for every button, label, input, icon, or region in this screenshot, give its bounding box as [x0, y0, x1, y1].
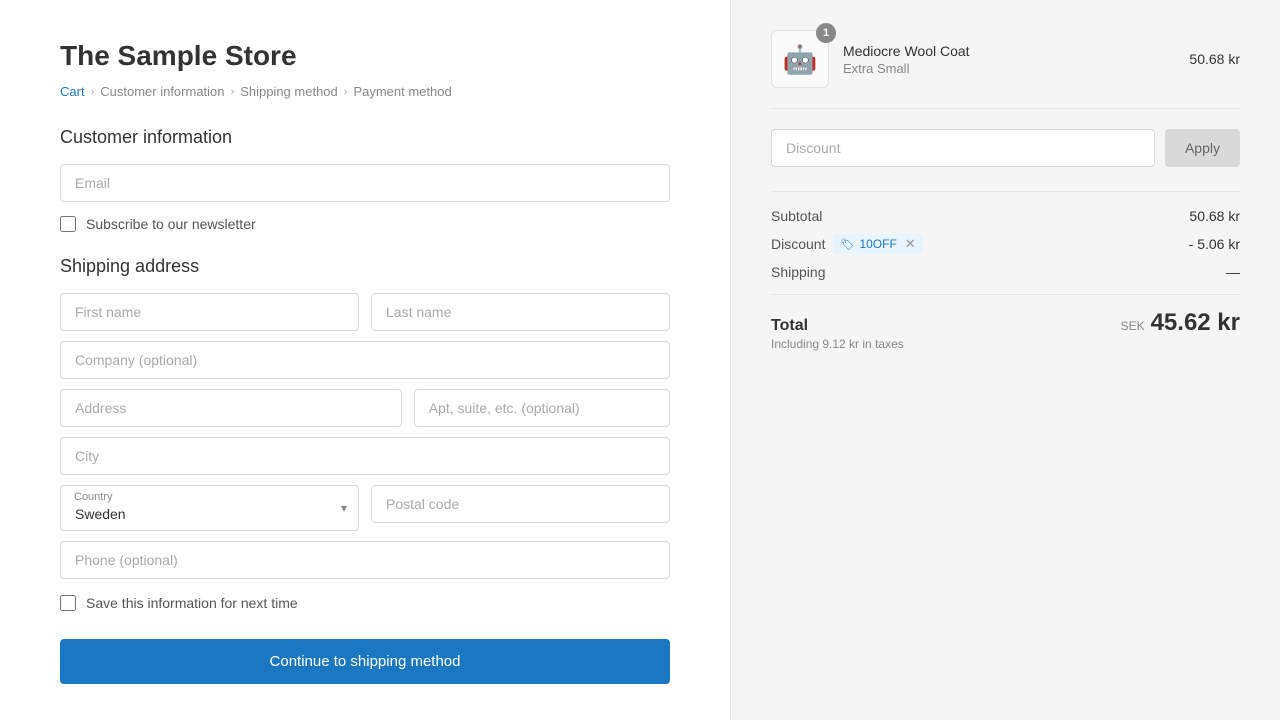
newsletter-checkbox[interactable]: [60, 216, 76, 232]
discount-code: 10OFF: [859, 237, 896, 251]
shipping-label: Shipping: [771, 264, 826, 280]
city-field[interactable]: [60, 437, 670, 475]
company-field[interactable]: [60, 341, 670, 379]
discount-tag: 🏷 10OFF ✕: [833, 234, 922, 254]
product-price: 50.68 kr: [1189, 51, 1240, 67]
discount-input[interactable]: [771, 129, 1155, 167]
discount-label-row: Discount 🏷 10OFF ✕: [771, 234, 923, 254]
total-label: Total: [771, 317, 904, 335]
product-row: 1 🤖 Mediocre Wool Coat Extra Small 50.68…: [771, 30, 1240, 109]
first-name-field[interactable]: [60, 293, 359, 331]
shipping-value: —: [1226, 264, 1240, 280]
subtotal-label: Subtotal: [771, 208, 822, 224]
shipping-row: Shipping —: [771, 264, 1240, 280]
product-info: Mediocre Wool Coat Extra Small: [843, 43, 1175, 76]
breadcrumb-sep-2: ›: [231, 86, 235, 98]
product-image-wrapper: 1 🤖: [771, 30, 829, 88]
product-variant: Extra Small: [843, 61, 1175, 76]
product-image-icon: 🤖: [783, 43, 818, 76]
discount-row: Apply: [771, 129, 1240, 167]
discount-totals-row: Discount 🏷 10OFF ✕ - 5.06 kr: [771, 234, 1240, 254]
breadcrumb-sep-1: ›: [91, 86, 95, 98]
breadcrumb-payment-method: Payment method: [353, 84, 451, 99]
breadcrumb-shipping-method: Shipping method: [240, 84, 338, 99]
customer-info-title: Customer information: [60, 127, 670, 148]
phone-field[interactable]: [60, 541, 670, 579]
left-panel: The Sample Store Cart › Customer informa…: [0, 0, 730, 720]
total-row: Total Including 9.12 kr in taxes SEK 45.…: [771, 294, 1240, 351]
discount-remove-icon[interactable]: ✕: [905, 236, 916, 252]
product-name: Mediocre Wool Coat: [843, 43, 1175, 59]
country-label: Country: [74, 491, 113, 503]
newsletter-label: Subscribe to our newsletter: [86, 216, 256, 232]
total-currency: SEK: [1121, 319, 1145, 333]
store-title: The Sample Store: [60, 40, 670, 72]
right-panel: 1 🤖 Mediocre Wool Coat Extra Small 50.68…: [730, 0, 1280, 720]
totals-section: Subtotal 50.68 kr Discount 🏷 10OFF ✕ - 5…: [771, 191, 1240, 351]
total-amount: 45.62 kr: [1151, 309, 1240, 337]
breadcrumb: Cart › Customer information › Shipping m…: [60, 84, 670, 99]
apply-discount-button[interactable]: Apply: [1165, 129, 1240, 167]
subtotal-value: 50.68 kr: [1189, 208, 1240, 224]
country-select-wrapper: Country Sweden Norway Denmark Finland ▾: [60, 485, 359, 531]
continue-button[interactable]: Continue to shipping method: [60, 639, 670, 684]
subtotal-row: Subtotal 50.68 kr: [771, 208, 1240, 224]
total-tax: Including 9.12 kr in taxes: [771, 337, 904, 351]
save-info-checkbox[interactable]: [60, 595, 76, 611]
product-quantity-badge: 1: [816, 23, 836, 43]
save-info-label: Save this information for next time: [86, 595, 298, 611]
total-price-section: SEK 45.62 kr: [1121, 309, 1240, 337]
email-field[interactable]: [60, 164, 670, 202]
discount-row-label: Discount: [771, 236, 825, 252]
discount-amount: - 5.06 kr: [1189, 236, 1240, 252]
breadcrumb-sep-3: ›: [344, 86, 348, 98]
postal-code-field[interactable]: [371, 485, 670, 523]
last-name-field[interactable]: [371, 293, 670, 331]
breadcrumb-cart[interactable]: Cart: [60, 84, 85, 99]
address-field[interactable]: [60, 389, 402, 427]
apt-field[interactable]: [414, 389, 670, 427]
shipping-address-title: Shipping address: [60, 256, 670, 277]
breadcrumb-customer-info: Customer information: [100, 84, 224, 99]
